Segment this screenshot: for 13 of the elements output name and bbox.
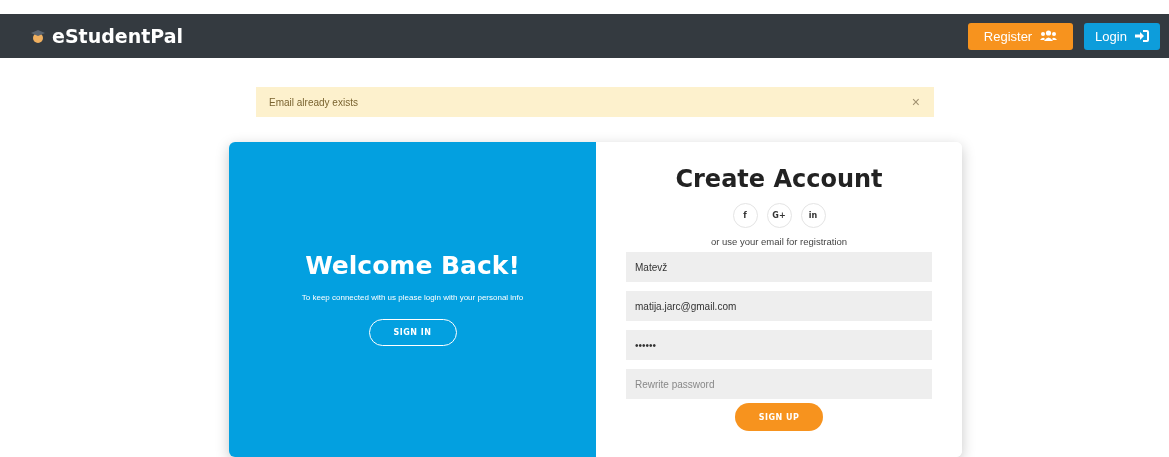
alert-message: Email already exists xyxy=(269,96,358,108)
input-field[interactable]: Rewrite password xyxy=(626,369,932,399)
welcome-title: Welcome Back! xyxy=(305,251,520,280)
graduation-cap-icon xyxy=(30,28,46,44)
registration-hint: or use your email for registration xyxy=(710,236,848,247)
users-icon xyxy=(1040,30,1058,42)
brand-name: eStudentPal xyxy=(52,25,184,47)
sign-in-icon xyxy=(1134,30,1149,42)
welcome-text: To keep connected with us please login with your personal info xyxy=(301,293,524,302)
input-field[interactable]: Matevž xyxy=(626,252,932,282)
input-field[interactable]: •••••• xyxy=(626,330,932,360)
signup-title: Create Account xyxy=(675,165,883,193)
input-field[interactable]: matija.jarc@gmail.com xyxy=(626,291,932,321)
